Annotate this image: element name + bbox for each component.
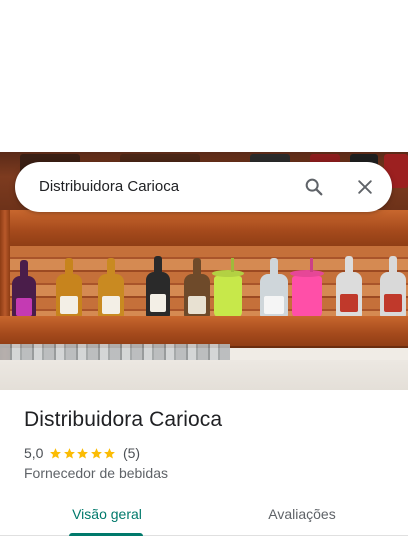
star-icon <box>50 447 62 458</box>
tab-reviews[interactable]: Avaliações <box>246 494 358 536</box>
place-name: Distribuidora Carioca <box>24 408 223 431</box>
star-icon <box>64 447 75 458</box>
star-icon <box>104 447 116 458</box>
photo-bottles <box>0 262 408 318</box>
place-tabs: Visão geral Avaliações <box>0 494 408 536</box>
rating-row[interactable]: 5,0 (5) <box>24 444 140 462</box>
tab-overview[interactable]: Visão geral <box>52 494 162 536</box>
search-icon[interactable] <box>298 171 330 203</box>
review-count[interactable]: (5) <box>123 445 140 461</box>
photo-floor <box>0 360 408 390</box>
place-category[interactable]: Fornecedor de bebidas <box>24 465 168 481</box>
search-query[interactable]: Distribuidora Carioca <box>39 162 179 212</box>
rating-value: 5,0 <box>24 445 44 461</box>
star-icon <box>77 447 89 458</box>
photo-chain <box>0 344 230 360</box>
place-details-screen: Distribuidora Carioca Distribuidora Cari… <box>0 0 408 544</box>
star-icon <box>91 447 102 458</box>
active-tab-indicator <box>69 533 143 536</box>
photo-upper-plank <box>0 210 408 248</box>
search-bar[interactable]: Distribuidora Carioca <box>15 162 392 212</box>
star-rating <box>49 447 117 460</box>
close-icon[interactable] <box>349 171 381 203</box>
